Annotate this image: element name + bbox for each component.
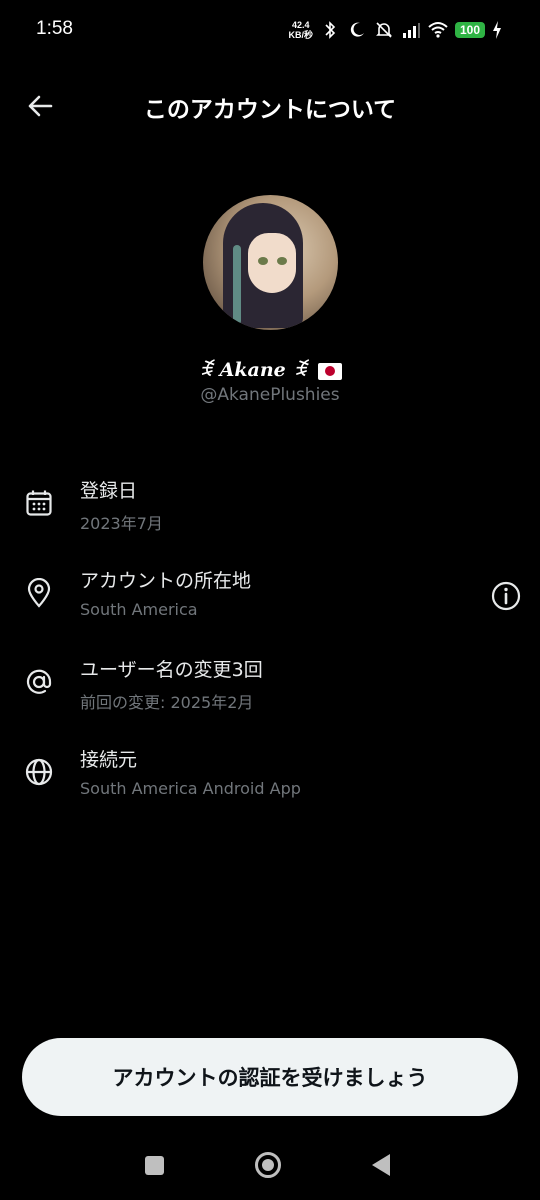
connected-via-row: 接続元 South America Android App	[0, 743, 540, 813]
page-title: このアカウントについて	[143, 97, 397, 123]
location-title: アカウントの所在地	[80, 570, 252, 592]
joined-row: 登録日 2023年7月	[0, 474, 540, 544]
network-speed: 42.4 KB/秒	[288, 20, 313, 40]
connected-via-value: South America Android App	[80, 779, 301, 798]
bluetooth-icon	[325, 21, 336, 39]
location-row: アカウントの所在地 South America	[0, 564, 540, 634]
calendar-icon	[26, 490, 52, 516]
display-name: ꉂ Akane ꉂ	[0, 356, 540, 381]
battery-level: 100	[454, 22, 485, 38]
username-changes-value: 前回の変更: 2025年2月	[80, 693, 254, 712]
network-speed-unit: KB/秒	[288, 30, 313, 40]
avatar[interactable]	[203, 195, 338, 330]
network-speed-value: 42.4	[291, 20, 310, 30]
username-changes-title: ユーザー名の変更3回	[80, 659, 263, 681]
display-name-text: ꉂ Akane ꉂ	[198, 359, 308, 381]
username-changes-row: ユーザー名の変更3回 前回の変更: 2025年2月	[0, 653, 540, 723]
globe-icon	[25, 758, 53, 786]
joined-value: 2023年7月	[80, 514, 163, 533]
location-pin-icon	[27, 578, 51, 608]
joined-title: 登録日	[80, 480, 138, 502]
status-bar: 1:58 42.4 KB/秒 100	[0, 0, 540, 60]
mute-icon	[376, 22, 392, 38]
moon-icon	[350, 22, 364, 37]
status-time: 1:58	[36, 18, 73, 39]
connected-via-title: 接続元	[80, 749, 138, 771]
at-sign-icon	[26, 669, 52, 694]
recent-apps-button[interactable]	[145, 1156, 164, 1175]
signal-icon	[402, 23, 420, 38]
header: このアカウントについて	[0, 76, 540, 136]
japan-flag-icon	[317, 362, 342, 380]
get-verified-button[interactable]: アカウントの認証を受けましょう	[22, 1038, 518, 1116]
system-nav-bar	[0, 1130, 540, 1200]
location-value: South America	[80, 600, 198, 619]
system-back-button[interactable]	[372, 1154, 390, 1176]
about-account-screen: 1:58 42.4 KB/秒 100 このアカウントについて ꉂ Akane ꉂ…	[0, 0, 540, 1200]
charging-icon	[493, 21, 501, 39]
status-icons: 42.4 KB/秒 100	[288, 16, 502, 44]
home-button[interactable]	[255, 1152, 281, 1178]
wifi-icon	[428, 22, 448, 38]
username: @AkanePlushies	[200, 385, 340, 405]
info-circle-icon[interactable]	[490, 580, 522, 612]
